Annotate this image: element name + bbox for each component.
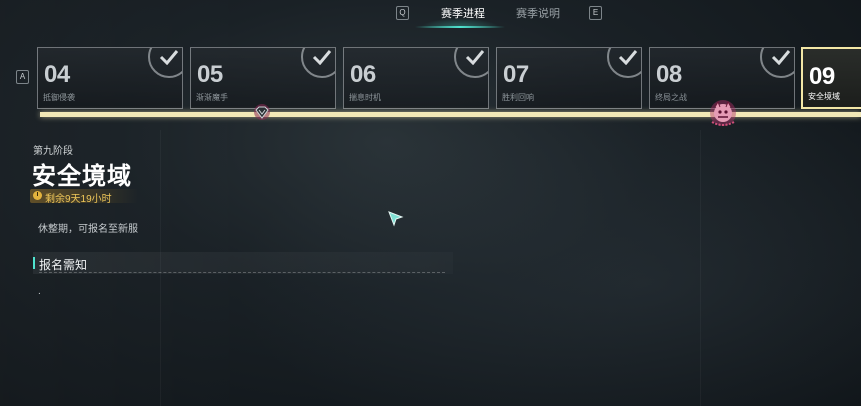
stage-number: 09 xyxy=(809,63,835,90)
tab-season-info[interactable]: 赛季说明 xyxy=(516,5,560,21)
stage-card-07[interactable]: 07 胜利回响 xyxy=(496,47,642,109)
background-line xyxy=(700,130,701,406)
stage-number: 06 xyxy=(350,61,376,88)
key-hint-q: Q xyxy=(396,6,409,20)
stage-label: 终局之战 xyxy=(655,93,687,102)
stage-subtitle: 第九阶段 xyxy=(33,146,73,157)
stage-number: 07 xyxy=(503,61,529,88)
section-accent-bar xyxy=(33,257,35,269)
stage-label: 揣息时机 xyxy=(349,93,381,102)
boss-marker-icon xyxy=(706,98,740,128)
stage-number: 05 xyxy=(197,61,223,88)
check-icon xyxy=(454,48,488,78)
stage-description: 休整期，可报名至新服 xyxy=(38,224,138,235)
mouse-cursor-icon xyxy=(388,211,404,232)
stage-number: 04 xyxy=(44,61,70,88)
stage-card-09[interactable]: 09 安全境域 xyxy=(801,47,861,109)
stage-label: 安全境域 xyxy=(808,92,840,101)
time-remaining-badge: 剩余9天19小时 xyxy=(30,189,138,205)
section-title: 报名需知 xyxy=(39,258,88,272)
stage-number: 08 xyxy=(656,61,682,88)
active-tab-underline xyxy=(415,26,505,28)
top-nav: Q 赛季进程 赛季说明 E xyxy=(0,0,861,28)
gem-marker-icon xyxy=(253,103,271,121)
key-hint-e: E xyxy=(589,6,602,20)
check-icon xyxy=(301,48,335,78)
stage-card-05[interactable]: 05 渐渐魔手 xyxy=(190,47,336,109)
stage-card-04[interactable]: 04 抵御侵袭 xyxy=(37,47,183,109)
section-divider xyxy=(39,272,445,273)
stage-label: 抵御侵袭 xyxy=(43,93,75,102)
stage-label: 胜利回响 xyxy=(502,93,534,102)
check-icon xyxy=(760,48,794,78)
section-body: . xyxy=(38,286,41,297)
check-icon xyxy=(148,48,182,78)
stage-label: 渐渐魔手 xyxy=(196,93,228,102)
check-icon xyxy=(607,48,641,78)
stage-card-06[interactable]: 06 揣息时机 xyxy=(343,47,489,109)
clock-icon xyxy=(33,191,42,200)
time-remaining-text: 剩余9天19小时 xyxy=(45,194,112,205)
stage-title: 安全境域 xyxy=(32,163,132,190)
registration-notice-header: 报名需知 xyxy=(33,252,453,274)
